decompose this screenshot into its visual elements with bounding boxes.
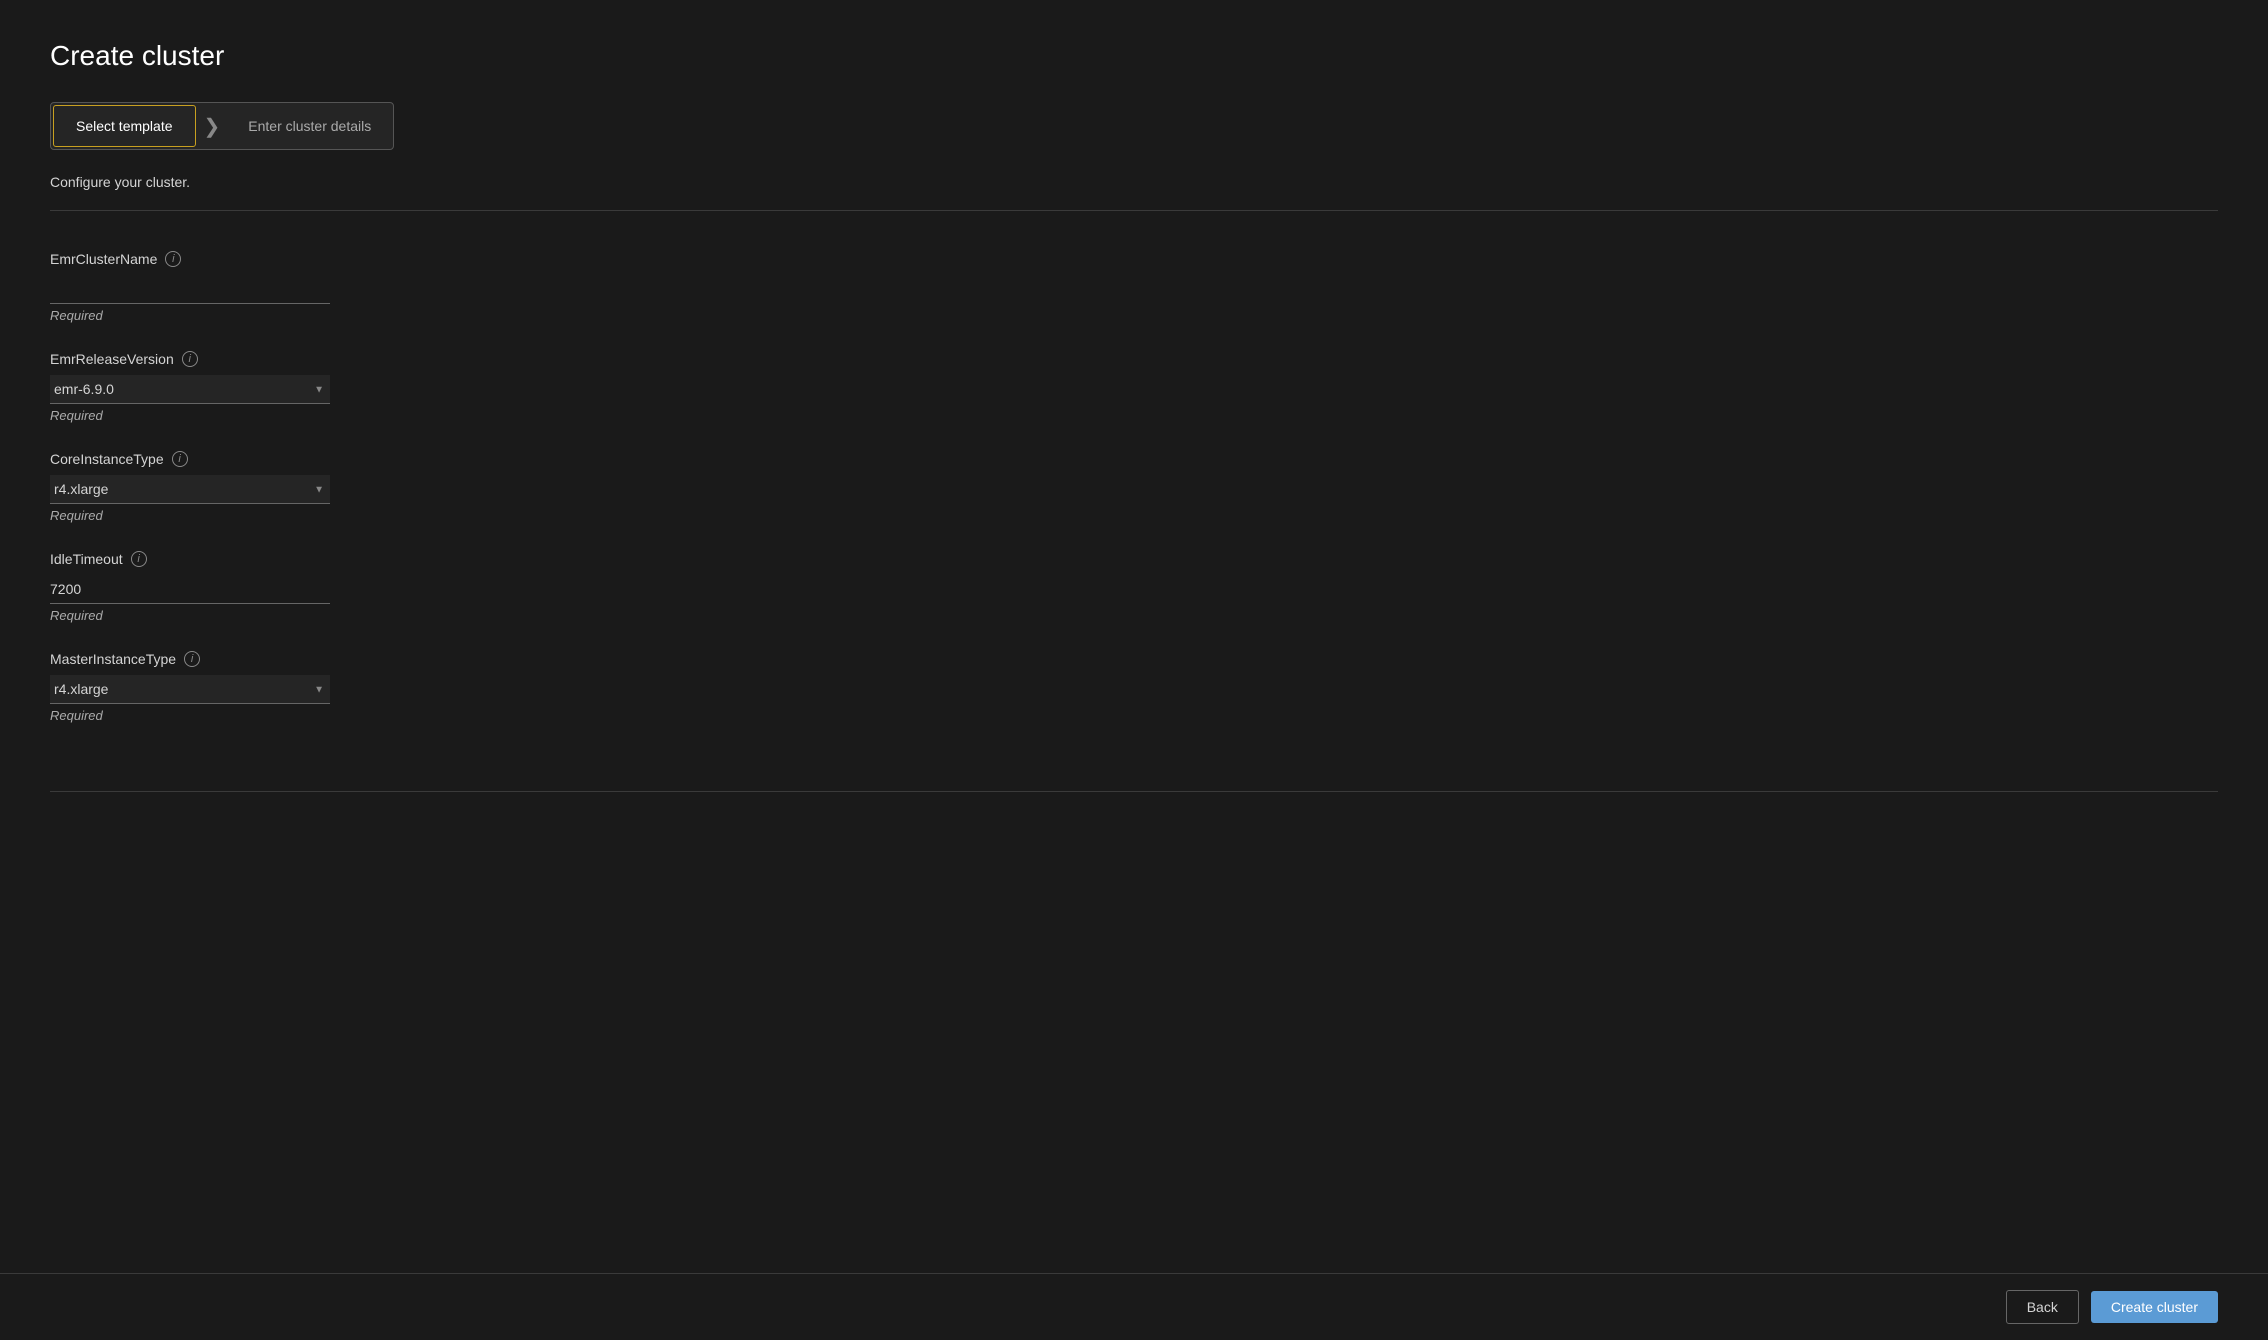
- step-arrow-icon: ❯: [198, 114, 227, 139]
- field-group-master-instance-type: MasterInstanceType i r4.xlarge r4.2xlarg…: [50, 651, 2218, 723]
- field-group-idle-timeout: IdleTimeout i Required: [50, 551, 2218, 623]
- page-title: Create cluster: [50, 40, 2218, 72]
- field-label-idle-timeout: IdleTimeout i: [50, 551, 2218, 567]
- core-instance-type-select[interactable]: r4.xlarge r4.2xlarge r4.4xlarge m5.xlarg…: [50, 475, 330, 504]
- field-group-emr-release-version: EmrReleaseVersion i emr-6.9.0 emr-6.8.0 …: [50, 351, 2218, 423]
- master-instance-type-select[interactable]: r4.xlarge r4.2xlarge r4.4xlarge m5.xlarg…: [50, 675, 330, 704]
- label-text-emr-release-version: EmrReleaseVersion: [50, 351, 174, 367]
- bottom-divider: [50, 791, 2218, 792]
- required-label-emr-cluster-name: Required: [50, 308, 2218, 323]
- form-subtitle: Configure your cluster.: [50, 174, 2218, 190]
- label-text-core-instance-type: CoreInstanceType: [50, 451, 164, 467]
- info-icon-core-instance-type[interactable]: i: [172, 451, 188, 467]
- emr-release-version-select[interactable]: emr-6.9.0 emr-6.8.0 emr-6.7.0 emr-6.6.0: [50, 375, 330, 404]
- label-text-master-instance-type: MasterInstanceType: [50, 651, 176, 667]
- top-divider: [50, 210, 2218, 211]
- steps-breadcrumb: Select template ❯ Enter cluster details: [50, 102, 394, 150]
- field-label-emr-release-version: EmrReleaseVersion i: [50, 351, 2218, 367]
- label-text-idle-timeout: IdleTimeout: [50, 551, 123, 567]
- core-instance-type-select-wrapper: r4.xlarge r4.2xlarge r4.4xlarge m5.xlarg…: [50, 475, 330, 504]
- field-group-core-instance-type: CoreInstanceType i r4.xlarge r4.2xlarge …: [50, 451, 2218, 523]
- field-group-emr-cluster-name: EmrClusterName i Required: [50, 251, 2218, 323]
- required-label-master-instance-type: Required: [50, 708, 2218, 723]
- bottom-action-bar: Back Create cluster: [0, 1273, 2268, 1340]
- info-icon-idle-timeout[interactable]: i: [131, 551, 147, 567]
- field-label-core-instance-type: CoreInstanceType i: [50, 451, 2218, 467]
- info-icon-master-instance-type[interactable]: i: [184, 651, 200, 667]
- label-text-emr-cluster-name: EmrClusterName: [50, 251, 157, 267]
- step-select-template[interactable]: Select template: [53, 105, 196, 147]
- step-select-template-label: Select template: [76, 118, 173, 134]
- info-icon-emr-release-version[interactable]: i: [182, 351, 198, 367]
- emr-cluster-name-input[interactable]: [50, 275, 330, 304]
- field-label-master-instance-type: MasterInstanceType i: [50, 651, 2218, 667]
- info-icon-emr-cluster-name[interactable]: i: [165, 251, 181, 267]
- step-enter-cluster-details[interactable]: Enter cluster details: [226, 106, 393, 146]
- required-label-emr-release-version: Required: [50, 408, 2218, 423]
- emr-release-version-select-wrapper: emr-6.9.0 emr-6.8.0 emr-6.7.0 emr-6.6.0: [50, 375, 330, 404]
- required-label-core-instance-type: Required: [50, 508, 2218, 523]
- idle-timeout-input[interactable]: [50, 575, 330, 604]
- step-enter-cluster-details-label: Enter cluster details: [248, 118, 371, 134]
- field-label-emr-cluster-name: EmrClusterName i: [50, 251, 2218, 267]
- form-section: EmrClusterName i Required EmrReleaseVers…: [50, 231, 2218, 771]
- required-label-idle-timeout: Required: [50, 608, 2218, 623]
- master-instance-type-select-wrapper: r4.xlarge r4.2xlarge r4.4xlarge m5.xlarg…: [50, 675, 330, 704]
- create-cluster-button[interactable]: Create cluster: [2091, 1291, 2218, 1323]
- back-button[interactable]: Back: [2006, 1290, 2079, 1324]
